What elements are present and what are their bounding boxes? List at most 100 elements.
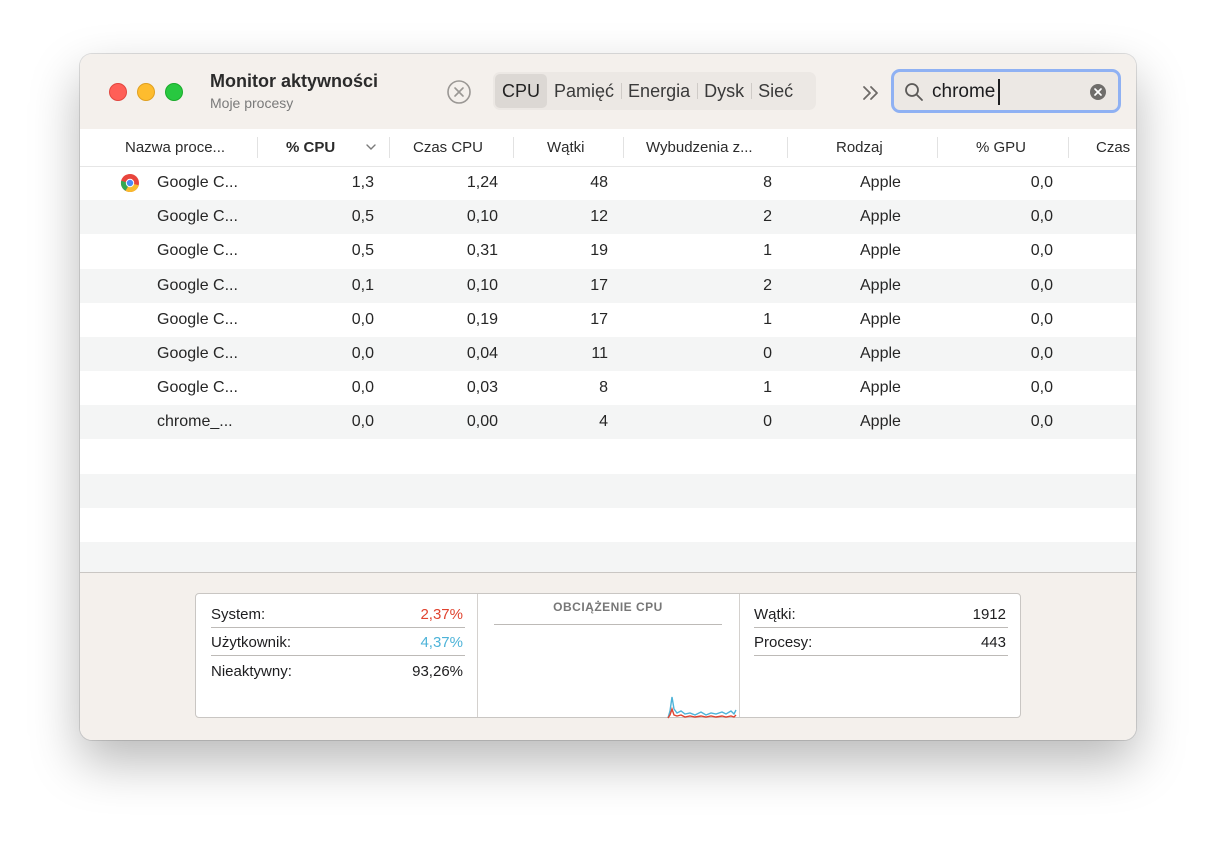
table-row[interactable]: Google C... 0,0 0,19 17 1 Apple 0,0	[80, 303, 1136, 337]
process-name: Google C...	[157, 310, 238, 328]
thread-count: 12	[590, 208, 608, 226]
text-caret	[998, 79, 1000, 105]
thread-count: 8	[599, 379, 608, 397]
tab-cpu[interactable]: CPU	[495, 74, 548, 108]
process-name: chrome_...	[157, 413, 233, 431]
clear-search-icon[interactable]	[1089, 83, 1107, 101]
idle-wakeups: 0	[763, 345, 772, 362]
column-header-wakeups[interactable]: Wybudzenia z...	[646, 129, 753, 166]
processes-value: 443	[980, 634, 1006, 651]
tab-bar: CPU Pamięć Energia Dysk Sieć	[493, 72, 816, 110]
gpu-percent: 0,0	[1030, 310, 1053, 328]
window-subtitle: Moje procesy	[210, 95, 294, 111]
table-row[interactable]: Google C... 0,5 0,10 12 2 Apple 0,0	[80, 200, 1136, 235]
cpu-time: 1,24	[466, 174, 498, 191]
threads-value: 1912	[972, 606, 1006, 623]
cpu-percent: 0,0	[351, 413, 374, 431]
cpu-time: 0,00	[466, 413, 498, 431]
idle-wakeups: 8	[763, 174, 772, 191]
cpu-time: 0,03	[466, 379, 498, 397]
sort-descending-icon	[366, 144, 376, 150]
process-kind: Apple	[860, 174, 901, 191]
table-row[interactable]: Google C... 0,5 0,31 19 1 Apple 0,0	[80, 234, 1136, 268]
chrome-icon	[120, 174, 139, 193]
idle-wakeups: 1	[763, 379, 772, 397]
process-name: Google C...	[157, 276, 238, 294]
gpu-percent: 0,0	[1030, 379, 1053, 397]
empty-table-row	[80, 473, 1136, 508]
empty-table-row	[80, 508, 1136, 542]
gpu-percent: 0,0	[1030, 276, 1053, 294]
thread-count: 17	[590, 310, 608, 328]
tab-disk[interactable]: Dysk	[697, 74, 751, 108]
gpu-percent: 0,0	[1030, 174, 1053, 191]
column-header-kind[interactable]: Rodzaj	[836, 129, 883, 166]
chevron-double-right-icon[interactable]	[860, 82, 882, 104]
empty-table-row	[80, 440, 1136, 474]
cpu-percent: 0,0	[351, 345, 374, 362]
window-title: Monitor aktywności	[210, 71, 379, 91]
table-row[interactable]: chrome_... 0,0 0,00 4 0 Apple 0,0	[80, 405, 1136, 440]
search-input[interactable]	[932, 79, 1082, 105]
process-kind: Apple	[860, 208, 901, 226]
idle-wakeups: 1	[763, 242, 772, 260]
thread-count: 17	[590, 276, 608, 294]
threads-label: Wątki:	[754, 606, 796, 623]
gpu-percent: 0,0	[1030, 413, 1053, 431]
thread-count: 11	[591, 345, 608, 362]
search-icon	[905, 83, 923, 101]
idle-wakeups: 2	[763, 208, 772, 226]
minimize-window-button[interactable]	[137, 83, 155, 101]
process-name: Google C...	[157, 345, 238, 362]
cpu-load-graph	[667, 696, 737, 719]
processes-label: Procesy:	[754, 634, 813, 651]
user-label: Użytkownik:	[211, 634, 292, 651]
table-header: Nazwa proce... % CPU Czas CPU Wątki Wybu…	[80, 129, 1136, 167]
table-row[interactable]: Google C... 0,1 0,10 17 2 Apple 0,0	[80, 268, 1136, 303]
idle-label: Nieaktywny:	[211, 663, 292, 680]
column-header-name[interactable]: Nazwa proce...	[125, 129, 225, 166]
process-name: Google C...	[157, 208, 238, 226]
table-row[interactable]: Google C... 0,0 0,03 8 1 Apple 0,0	[80, 371, 1136, 405]
cpu-percent: 0,5	[351, 242, 374, 260]
tab-memory[interactable]: Pamięć	[547, 74, 621, 108]
toolbar: Monitor aktywności Moje procesy CPU Pami…	[80, 54, 1136, 130]
activity-monitor-window: Monitor aktywności Moje procesy CPU Pami…	[80, 54, 1136, 740]
search-field[interactable]	[891, 69, 1121, 113]
table-row[interactable]: Google C... 0,0 0,04 11 0 Apple 0,0	[80, 337, 1136, 371]
process-kind: Apple	[860, 242, 901, 260]
tab-energy[interactable]: Energia	[621, 74, 697, 108]
cpu-time: 0,10	[466, 208, 498, 226]
idle-wakeups: 2	[763, 276, 772, 294]
maximize-window-button[interactable]	[165, 83, 183, 101]
gpu-percent: 0,0	[1030, 242, 1053, 260]
idle-wakeups: 1	[763, 310, 772, 328]
process-name: Google C...	[157, 174, 238, 191]
cpu-percent: 1,3	[351, 174, 374, 191]
process-kind: Apple	[860, 413, 901, 431]
column-header-gpu[interactable]: % GPU	[976, 129, 1026, 166]
cpu-summary-area: System: 2,37% Użytkownik: 4,37% Nieaktyw…	[80, 572, 1136, 740]
cpu-percent: 0,0	[351, 310, 374, 328]
process-kind: Apple	[860, 310, 901, 328]
process-name: Google C...	[157, 242, 238, 260]
gpu-percent: 0,0	[1030, 345, 1053, 362]
table-row[interactable]: Google C... 1,3 1,24 48 8 Apple 0,0	[80, 166, 1136, 200]
cpu-percent: 0,0	[351, 379, 374, 397]
system-label: System:	[211, 606, 266, 623]
column-header-threads[interactable]: Wątki	[547, 129, 585, 166]
cpu-time: 0,19	[466, 310, 498, 328]
process-kind: Apple	[860, 276, 901, 294]
thread-count: 4	[599, 413, 608, 431]
close-window-button[interactable]	[109, 83, 127, 101]
column-header-gpu-time[interactable]: Czas	[1096, 129, 1130, 166]
cpu-percent: 0,5	[351, 208, 374, 226]
process-table: Google C... 1,3 1,24 48 8 Apple 0,0 Google C...…	[80, 166, 1136, 572]
cpu-time: 0,31	[466, 242, 498, 260]
tab-network[interactable]: Sieć	[751, 74, 800, 108]
stop-process-icon[interactable]	[446, 79, 472, 105]
thread-count: 48	[590, 174, 608, 191]
idle-wakeups: 0	[763, 413, 772, 431]
column-header-cpu[interactable]: % CPU	[286, 129, 335, 166]
column-header-cpu-time[interactable]: Czas CPU	[413, 129, 483, 166]
